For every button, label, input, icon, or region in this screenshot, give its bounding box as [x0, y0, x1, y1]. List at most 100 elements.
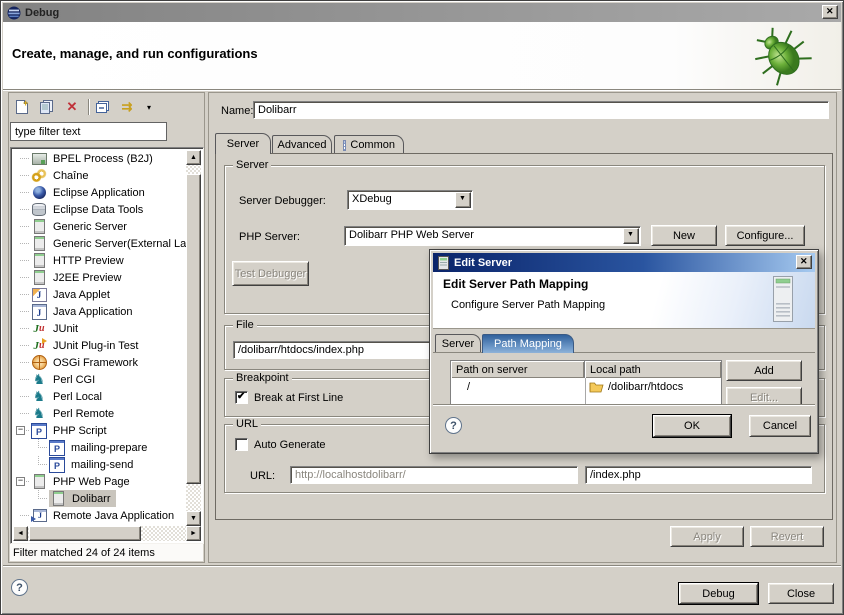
dialog-tab-server[interactable]: Server — [435, 334, 481, 353]
configurations-panel: + ✕ ⇉ ▾ BPEL Process (B2J) Chaîne Eclips… — [8, 92, 205, 563]
help-icon[interactable] — [445, 417, 462, 434]
auto-generate-checkbox[interactable] — [235, 438, 248, 451]
collapse-all-icon[interactable] — [93, 98, 111, 116]
help-icon[interactable] — [11, 579, 28, 596]
tree-item[interactable]: BPEL Process (B2J) — [13, 150, 186, 167]
name-input[interactable] — [253, 101, 829, 119]
tab-label: Common — [350, 139, 395, 151]
tree-item-label: PHP Script — [51, 425, 109, 437]
tree-item-label: Generic Server(External La — [51, 238, 186, 250]
debug-bug-icon — [751, 26, 813, 86]
apply-button[interactable]: Apply — [670, 526, 744, 547]
perl-icon — [31, 406, 47, 421]
add-button[interactable]: Add — [726, 360, 802, 381]
toolbar-menu-dropdown-icon[interactable]: ▾ — [140, 98, 158, 116]
cell-value: / — [467, 381, 470, 393]
file-group-label: File — [233, 319, 257, 331]
duplicate-configuration-icon[interactable] — [38, 98, 56, 116]
ok-button[interactable]: OK — [653, 415, 731, 437]
break-first-line-checkbox[interactable] — [235, 391, 248, 404]
php-server-select[interactable]: Dolibarr PHP Web Server — [344, 226, 641, 246]
table-cell-local-path[interactable]: /dolibarr/htdocs — [586, 378, 721, 395]
tab-advanced[interactable]: Advanced — [272, 135, 332, 154]
revert-button-label: Revert — [771, 531, 803, 543]
tree-item[interactable]: Remote Java Application — [13, 507, 186, 524]
php-server-value: Dolibarr PHP Web Server — [349, 229, 622, 241]
tree-item[interactable]: Eclipse Data Tools — [13, 201, 186, 218]
tab-common[interactable]: Common — [334, 135, 404, 154]
tree-item[interactable]: PHP Web Page — [13, 473, 186, 490]
revert-button[interactable]: Revert — [750, 526, 824, 547]
php-web-page-icon — [31, 474, 47, 489]
new-button[interactable]: New — [651, 225, 717, 246]
column-header-label: Path on server — [456, 364, 528, 376]
cancel-button[interactable]: Cancel — [749, 415, 811, 437]
column-header[interactable]: Path on server — [451, 361, 585, 378]
tree-item[interactable]: mailing-send — [13, 456, 186, 473]
tree-item[interactable]: PHP Script — [13, 422, 186, 439]
configure-button[interactable]: Configure... — [725, 225, 805, 246]
delete-configuration-icon[interactable]: ✕ — [63, 98, 81, 116]
tree-item[interactable]: Java Applet — [13, 286, 186, 303]
url-label: URL: — [250, 470, 275, 482]
column-header[interactable]: Local path — [585, 361, 721, 378]
scroll-down-icon[interactable]: ▼ — [186, 511, 201, 526]
close-icon[interactable] — [796, 255, 812, 269]
tree-item-label: mailing-send — [69, 459, 135, 471]
test-debugger-button[interactable]: Test Debugger — [232, 261, 309, 286]
tab-server[interactable]: Server — [215, 133, 271, 154]
tree-item[interactable]: Eclipse Application — [13, 184, 186, 201]
tree-item[interactable]: HTTP Preview — [13, 252, 186, 269]
filter-configurations-icon[interactable]: ⇉ — [116, 98, 138, 116]
close-button[interactable]: Close — [768, 583, 834, 604]
window-titlebar[interactable]: Debug — [3, 3, 841, 22]
tree-item[interactable]: Generic Server(External La — [13, 235, 186, 252]
vertical-scroll-thumb[interactable] — [186, 174, 201, 484]
tree-item[interactable]: Perl Remote — [13, 405, 186, 422]
database-icon — [31, 202, 47, 217]
close-icon[interactable] — [822, 5, 838, 19]
header-banner: Create, manage, and run configurations — [3, 22, 841, 89]
dialog-tab-path-mapping[interactable]: Path Mapping — [482, 334, 574, 353]
collapse-expander-icon[interactable] — [16, 477, 25, 486]
tree-item[interactable]: J2EE Preview — [13, 269, 186, 286]
tree-item[interactable]: Perl Local — [13, 388, 186, 405]
tree-item-label: Eclipse Data Tools — [51, 204, 145, 216]
tree-vertical-scrollbar[interactable]: ▲ ▼ — [186, 150, 201, 526]
tree-item-label: Java Applet — [51, 289, 112, 301]
chevron-down-icon[interactable] — [623, 228, 639, 244]
scroll-left-icon[interactable]: ◄ — [13, 526, 28, 541]
path-mapping-table[interactable]: Path on server Local path / /dolibarr/ht… — [450, 360, 722, 408]
tree-item[interactable]: Java Application — [13, 303, 186, 320]
php-script-icon — [31, 423, 47, 438]
tree-item[interactable]: mailing-prepare — [13, 439, 186, 456]
edit-server-titlebar[interactable]: Edit Server — [433, 253, 815, 272]
tree-item[interactable]: Chaîne — [13, 167, 186, 184]
tree-item[interactable]: OSGi Framework — [13, 354, 186, 371]
tree-item-selected[interactable]: Dolibarr — [13, 490, 186, 507]
scroll-up-icon[interactable]: ▲ — [186, 150, 201, 165]
new-configuration-icon[interactable]: + — [13, 98, 31, 116]
tab-label: Server — [227, 138, 259, 150]
tree-item-label: mailing-prepare — [69, 442, 149, 454]
tree-item[interactable]: JUnit — [13, 320, 186, 337]
chevron-down-icon[interactable] — [455, 192, 471, 208]
tree-item-label: Perl Remote — [51, 408, 116, 420]
tree-item[interactable]: JUnit Plug-in Test — [13, 337, 186, 354]
debug-button[interactable]: Debug — [679, 583, 758, 604]
collapse-expander-icon[interactable] — [16, 426, 25, 435]
server-tower-icon — [769, 275, 797, 325]
tree-item[interactable]: Generic Server — [13, 218, 186, 235]
scroll-right-icon[interactable]: ► — [186, 526, 201, 541]
tree-horizontal-scrollbar[interactable]: ◄ ► — [13, 526, 201, 541]
horizontal-scroll-thumb[interactable] — [29, 526, 141, 541]
server-debugger-select[interactable]: XDebug — [347, 190, 473, 210]
table-cell-path-on-server[interactable]: / — [451, 378, 585, 395]
tree-item[interactable]: Perl CGI — [13, 371, 186, 388]
name-label: Name: — [221, 105, 253, 117]
common-tab-icon — [343, 140, 346, 151]
server-debugger-label: Server Debugger: — [239, 195, 326, 207]
edit-server-banner: Edit Server Path Mapping Configure Serve… — [433, 272, 815, 329]
filter-input[interactable] — [10, 122, 167, 141]
url-path-input[interactable] — [585, 466, 812, 484]
